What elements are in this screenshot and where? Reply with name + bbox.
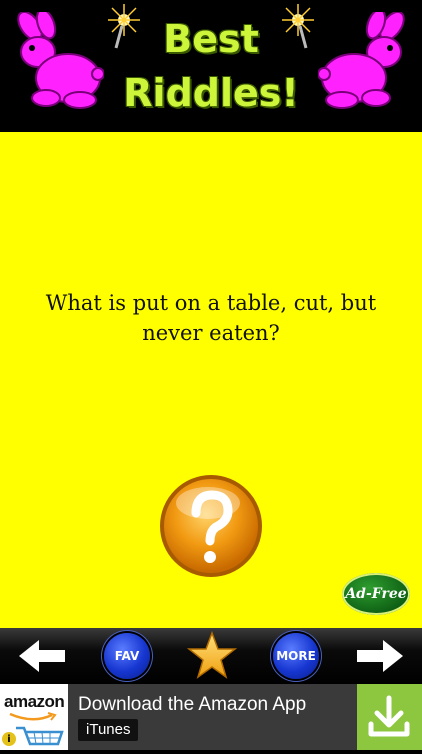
amazon-smile-icon — [9, 712, 57, 721]
bunny-icon — [17, 12, 104, 109]
ad-info-icon[interactable]: i — [2, 732, 16, 746]
download-icon — [368, 695, 410, 737]
bottom-nav: FAV MORE — [0, 628, 422, 684]
ad-banner[interactable]: amazon i Download the Amazon App iTunes — [0, 684, 422, 750]
arrow-left-icon[interactable] — [17, 638, 67, 674]
ad-free-button[interactable]: Ad-Free — [342, 573, 410, 615]
star-icon[interactable] — [187, 631, 237, 681]
shopping-cart-icon — [16, 726, 64, 746]
app-title-line2: Riddles! — [123, 71, 299, 115]
ad-store-badge: iTunes — [78, 719, 139, 741]
riddle-panel: What is put on a table, cut, but never e… — [0, 132, 422, 628]
ad-headline: Download the Amazon App — [78, 694, 307, 715]
bunny-icon — [318, 12, 405, 109]
app-title-line1: Best — [163, 17, 259, 61]
favorites-button[interactable]: FAV — [104, 633, 150, 679]
question-mark-icon[interactable] — [158, 473, 264, 579]
arrow-right-icon[interactable] — [355, 638, 405, 674]
riddle-text: What is put on a table, cut, but never e… — [45, 291, 377, 345]
amazon-logo[interactable]: amazon i — [0, 684, 68, 750]
ad-download-button[interactable] — [357, 684, 422, 750]
amazon-logo-text: amazon — [4, 692, 65, 711]
more-button[interactable]: MORE — [273, 633, 319, 679]
app-header: Best Riddles! — [0, 0, 422, 132]
